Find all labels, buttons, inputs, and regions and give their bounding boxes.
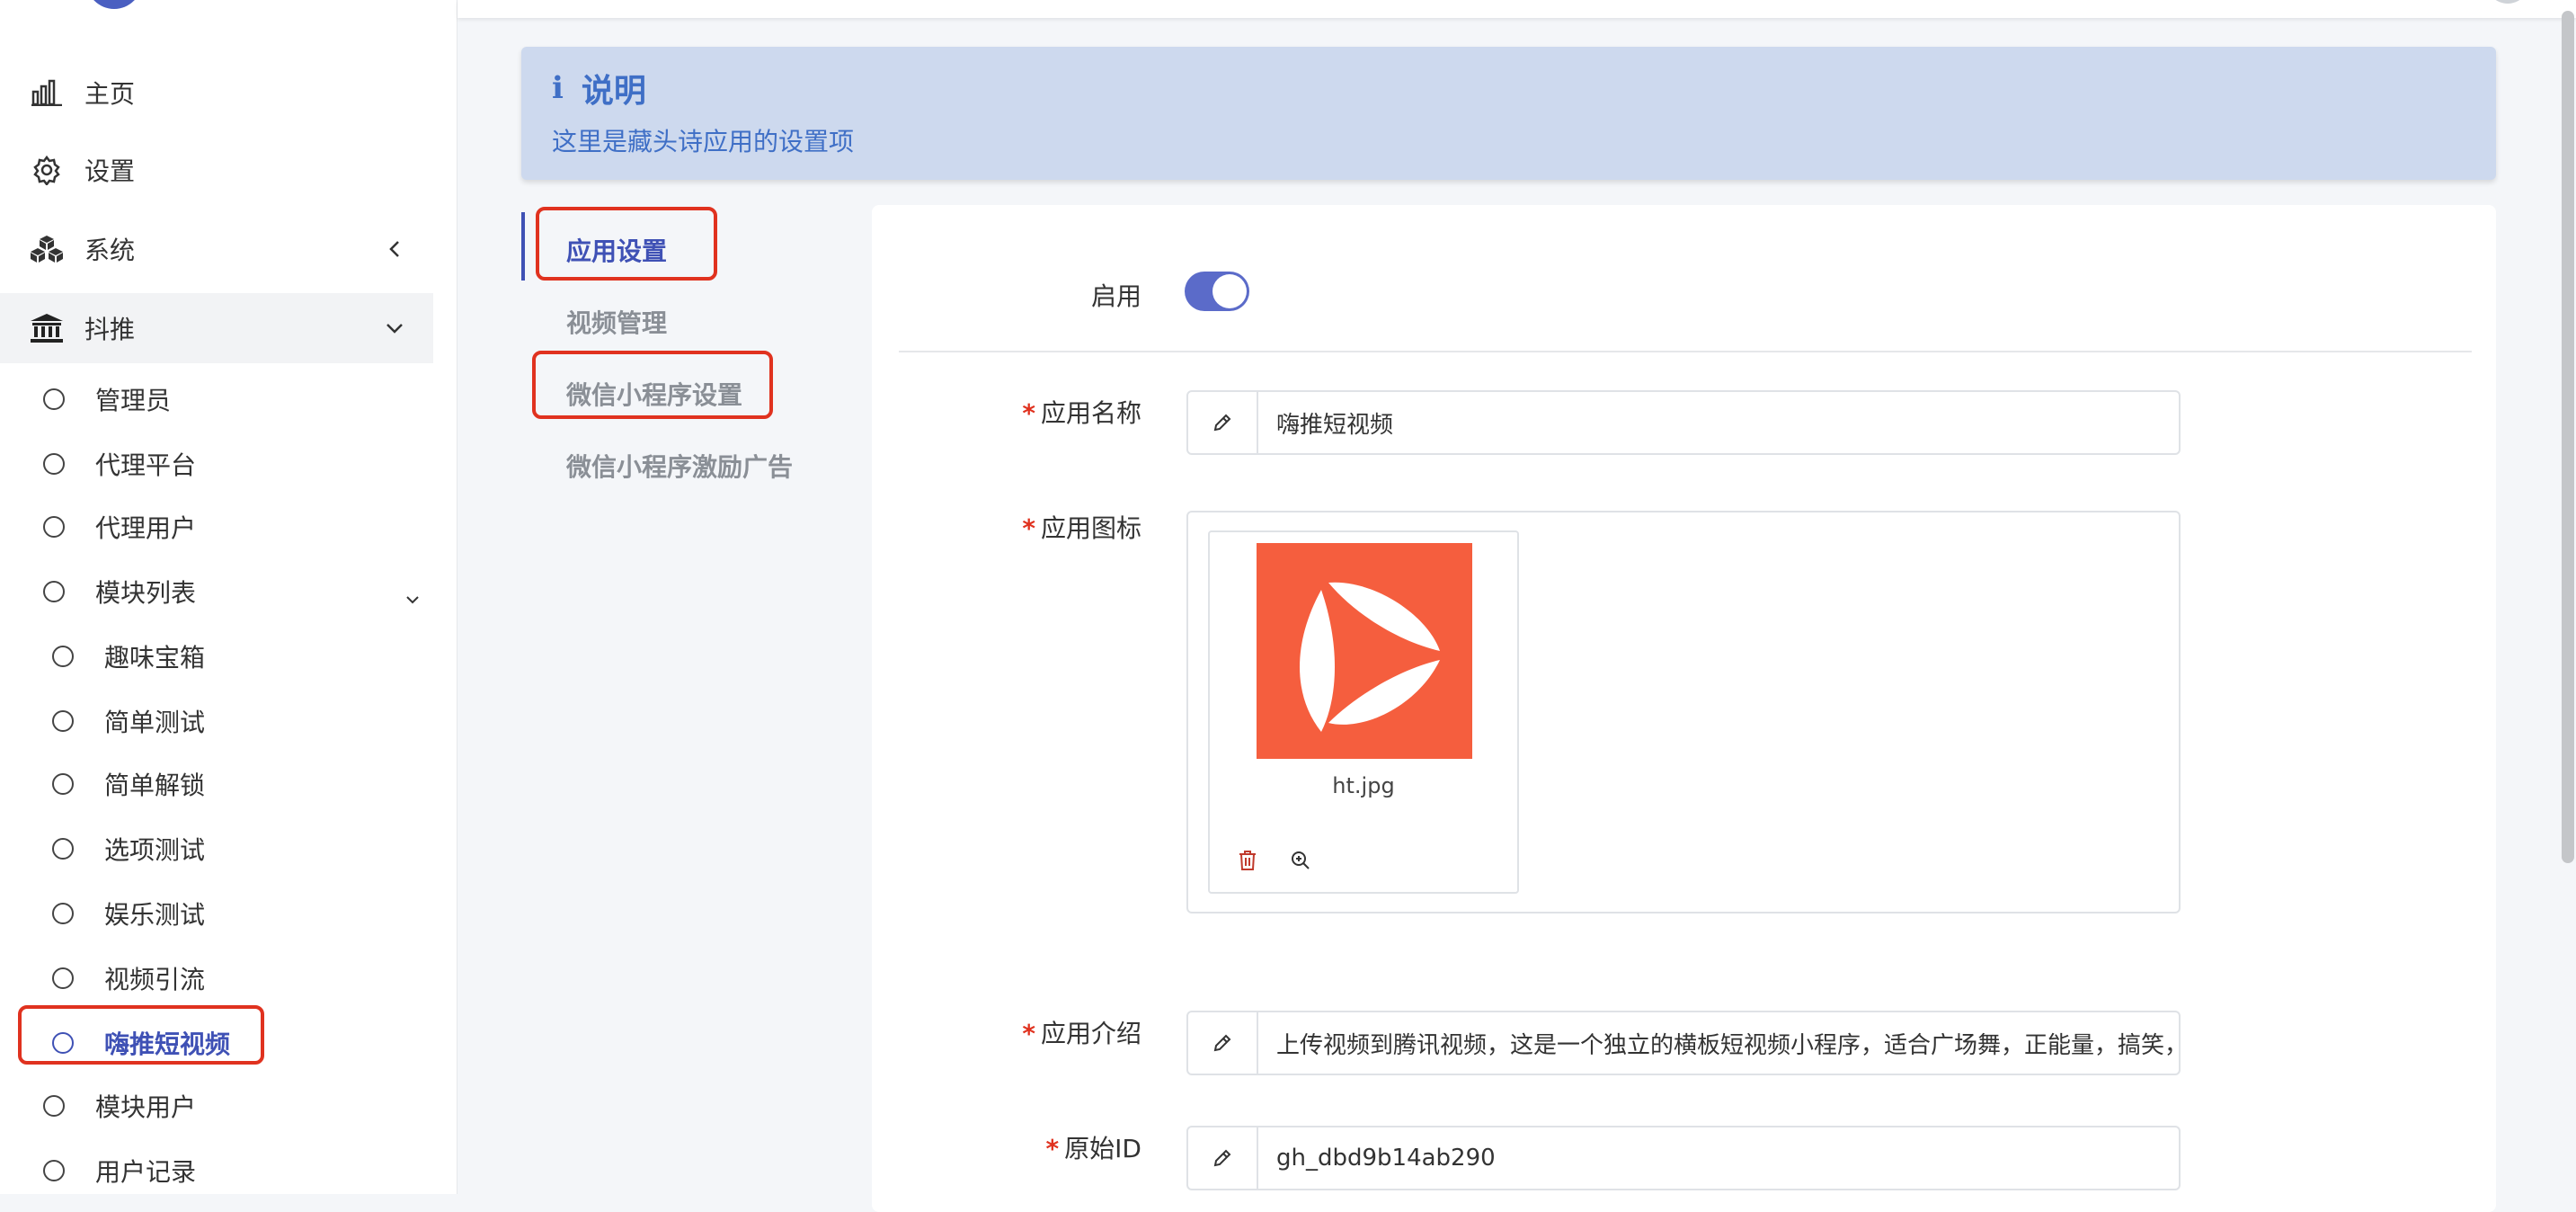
uploaded-file-card: ht.jpg [1208, 530, 1519, 894]
sidebar-subitem-admin[interactable]: 管理员 [43, 372, 171, 426]
circle-icon [43, 453, 65, 475]
sidebar-item-home[interactable]: 主页 [0, 58, 433, 128]
chevron-down-icon [404, 583, 421, 612]
toggle-knob [1212, 274, 1247, 308]
original-id-label: * 原始ID [1045, 1134, 1141, 1163]
info-description: 这里是藏头诗应用的设置项 [552, 127, 855, 156]
circle-icon [52, 838, 74, 860]
sidebar-item-label: 主页 [84, 79, 136, 109]
sidebar-subitem-label: 简单测试 [104, 708, 206, 737]
app-settings-form: 启用 * 应用名称 嗨推短视频 * 应用图标 ht.jpg * 应用介绍 上传视… [872, 205, 2496, 1212]
sidebar-subitem-label: 模块用户 [95, 1092, 197, 1122]
highlight-box [536, 207, 717, 281]
sidebar-subitem-label: 模块列表 [95, 578, 197, 608]
app-name-label: * 应用名称 [1022, 398, 1141, 428]
circle-icon [43, 581, 65, 602]
sidebar-subitem-label: 娱乐测试 [104, 900, 206, 930]
pencil-icon [1188, 1127, 1258, 1189]
app-icon-image [1257, 543, 1472, 759]
top-bar [457, 0, 2576, 18]
app-intro-input[interactable]: 上传视频到腾讯视频，这是一个独立的横板短视频小程序，适合广场舞，正能量，搞笑，： [1258, 1027, 2179, 1060]
tab-wechat-miniprogram-reward-ads[interactable]: 微信小程序激励广告 [566, 448, 793, 484]
circle-icon [52, 646, 74, 667]
circle-icon [52, 967, 74, 989]
active-tab-indicator [521, 212, 525, 281]
sidebar-subitem-agent-platform[interactable]: 代理平台 [43, 437, 196, 491]
enable-label: 启用 [1090, 281, 1141, 311]
file-name: ht.jpg [1332, 773, 1395, 798]
zoom-in-icon[interactable] [1289, 849, 1312, 876]
chevron-down-icon [379, 313, 410, 343]
tab-video-management[interactable]: 视频管理 [566, 304, 667, 340]
info-icon: i [552, 70, 564, 106]
required-mark: * [1022, 1019, 1035, 1048]
required-mark: * [1022, 398, 1035, 428]
sidebar-subitem-label: 简单解锁 [104, 771, 206, 800]
required-mark: * [1022, 513, 1035, 543]
sidebar-subitem-label: 选项测试 [104, 835, 206, 865]
sidebar-item-douyin[interactable]: 抖推 [0, 293, 433, 363]
bar-chart-icon [29, 75, 65, 111]
cubes-icon [29, 231, 65, 267]
original-id-input[interactable]: gh_dbd9b14ab290 [1258, 1145, 2179, 1172]
sidebar-item-system[interactable]: 系统 [0, 214, 433, 284]
sidebar-subitem-module-users[interactable]: 模块用户 [43, 1079, 196, 1133]
sidebar-subitem-fun-box[interactable]: 趣味宝箱 [52, 629, 205, 683]
app-icon-label: * 应用图标 [1022, 513, 1141, 543]
app-intro-field[interactable]: 上传视频到腾讯视频，这是一个独立的横板短视频小程序，适合广场舞，正能量，搞笑，： [1186, 1011, 2181, 1075]
enable-toggle[interactable] [1185, 272, 1249, 311]
divider [899, 351, 2472, 352]
original-id-field[interactable]: gh_dbd9b14ab290 [1186, 1126, 2181, 1190]
pencil-icon [1188, 1012, 1258, 1074]
chevron-left-icon [379, 234, 410, 264]
sidebar-item-label: 系统 [84, 236, 136, 265]
sidebar-item-label: 抖推 [84, 315, 136, 344]
trash-icon[interactable] [1237, 849, 1258, 876]
file-actions [1237, 849, 1312, 876]
circle-icon [52, 903, 74, 924]
logo [86, 0, 142, 9]
sidebar-subitem-user-records[interactable]: 用户记录 [43, 1144, 196, 1198]
circle-icon [43, 516, 65, 538]
gear-icon [29, 152, 65, 188]
sidebar-subitem-option-test[interactable]: 选项测试 [52, 822, 205, 876]
pencil-icon [1188, 392, 1258, 453]
app-icon-upload[interactable]: ht.jpg [1186, 511, 2181, 913]
info-title-text: 说明 [581, 73, 646, 110]
sidebar: 主页 设置 系统 抖推 管理员 代理平台 代理用户 模块列表 趣味宝箱 简单测试… [0, 0, 457, 1194]
app-name-field[interactable]: 嗨推短视频 [1186, 390, 2181, 455]
sidebar-subitem-label: 代理平台 [95, 450, 197, 480]
sidebar-subitem-simple-unlock[interactable]: 简单解锁 [52, 757, 205, 811]
circle-icon [52, 773, 74, 795]
bank-icon [29, 310, 65, 346]
avatar[interactable] [2486, 0, 2529, 4]
circle-icon [43, 388, 65, 410]
app-intro-label: * 应用介绍 [1022, 1019, 1141, 1048]
highlight-box [18, 1005, 264, 1065]
sidebar-subitem-label: 视频引流 [104, 965, 206, 994]
sidebar-subitem-label: 代理用户 [95, 513, 197, 543]
highlight-box [532, 351, 773, 419]
sidebar-subitem-simple-test[interactable]: 简单测试 [52, 694, 205, 748]
sidebar-item-label: 设置 [84, 156, 136, 186]
info-title: i 说明 [552, 65, 646, 111]
info-callout: i 说明 这里是藏头诗应用的设置项 [521, 47, 2496, 180]
circle-icon [52, 710, 74, 732]
circle-icon [43, 1095, 65, 1117]
sidebar-subitem-video-traffic[interactable]: 视频引流 [52, 951, 205, 1005]
sidebar-item-settings[interactable]: 设置 [0, 135, 433, 205]
sidebar-subitem-module-list[interactable]: 模块列表 [43, 565, 421, 619]
page-scrollbar[interactable] [2562, 11, 2574, 863]
sidebar-subitem-label: 用户记录 [95, 1157, 197, 1187]
required-mark: * [1045, 1134, 1060, 1163]
sidebar-subitem-agent-users[interactable]: 代理用户 [43, 500, 196, 554]
sidebar-subitem-fun-test[interactable]: 娱乐测试 [52, 887, 205, 940]
circle-icon [43, 1160, 65, 1181]
app-name-input[interactable]: 嗨推短视频 [1258, 406, 2179, 440]
sidebar-subitem-label: 趣味宝箱 [104, 643, 206, 673]
sidebar-subitem-label: 管理员 [95, 386, 172, 415]
